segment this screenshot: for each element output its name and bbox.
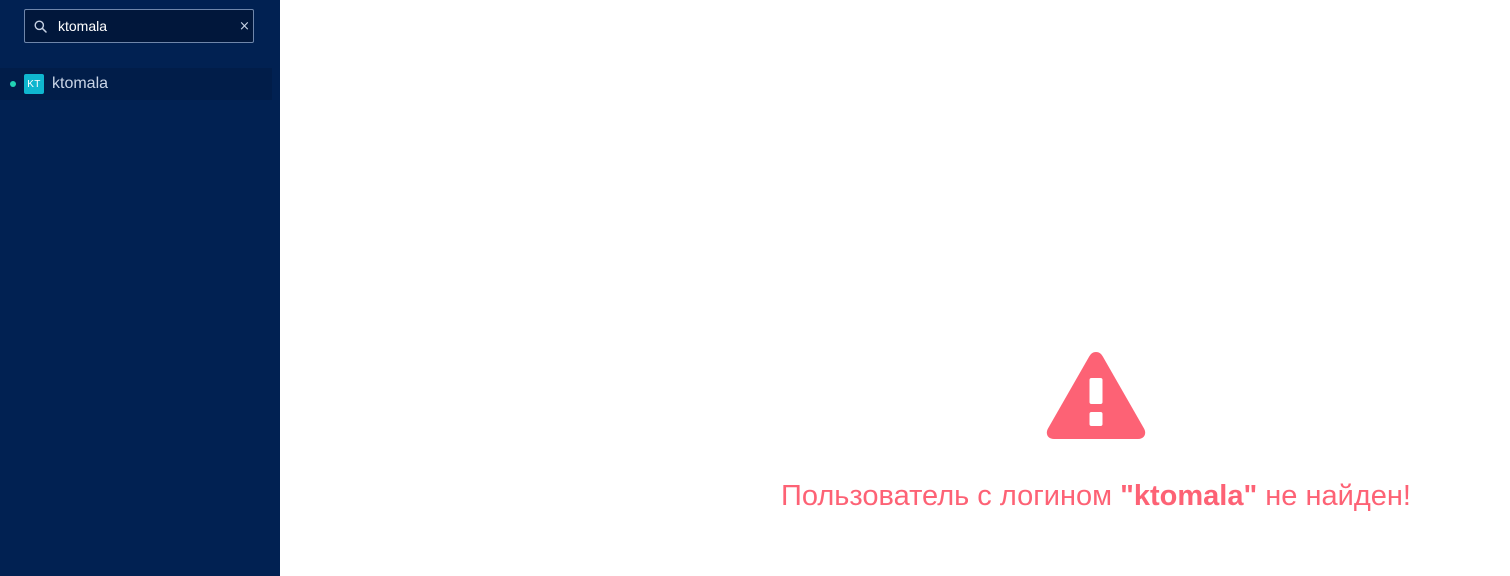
search-box[interactable]: × xyxy=(24,9,254,43)
main-content: Пользователь с логином "ktomala" не найд… xyxy=(280,0,1510,576)
avatar: KT xyxy=(24,74,44,94)
error-message-prefix: Пользователь с логином xyxy=(781,480,1121,512)
search-input[interactable] xyxy=(47,10,239,42)
sidebar-user-item[interactable]: KT ktomala xyxy=(0,68,272,100)
app-root: × KT ktomala Пользователь с логином "kto… xyxy=(0,0,1510,576)
close-icon[interactable]: × xyxy=(239,18,250,34)
search-icon xyxy=(34,18,47,34)
user-name: ktomala xyxy=(52,75,109,92)
error-message: Пользователь с логином "ktomala" не найд… xyxy=(770,480,1422,513)
error-message-suffix: не найден! xyxy=(1257,480,1411,512)
sidebar: × KT ktomala xyxy=(0,0,280,576)
error-login: "ktomala" xyxy=(1120,480,1258,512)
online-status-dot xyxy=(10,81,16,87)
warning-triangle-icon xyxy=(1046,352,1146,439)
